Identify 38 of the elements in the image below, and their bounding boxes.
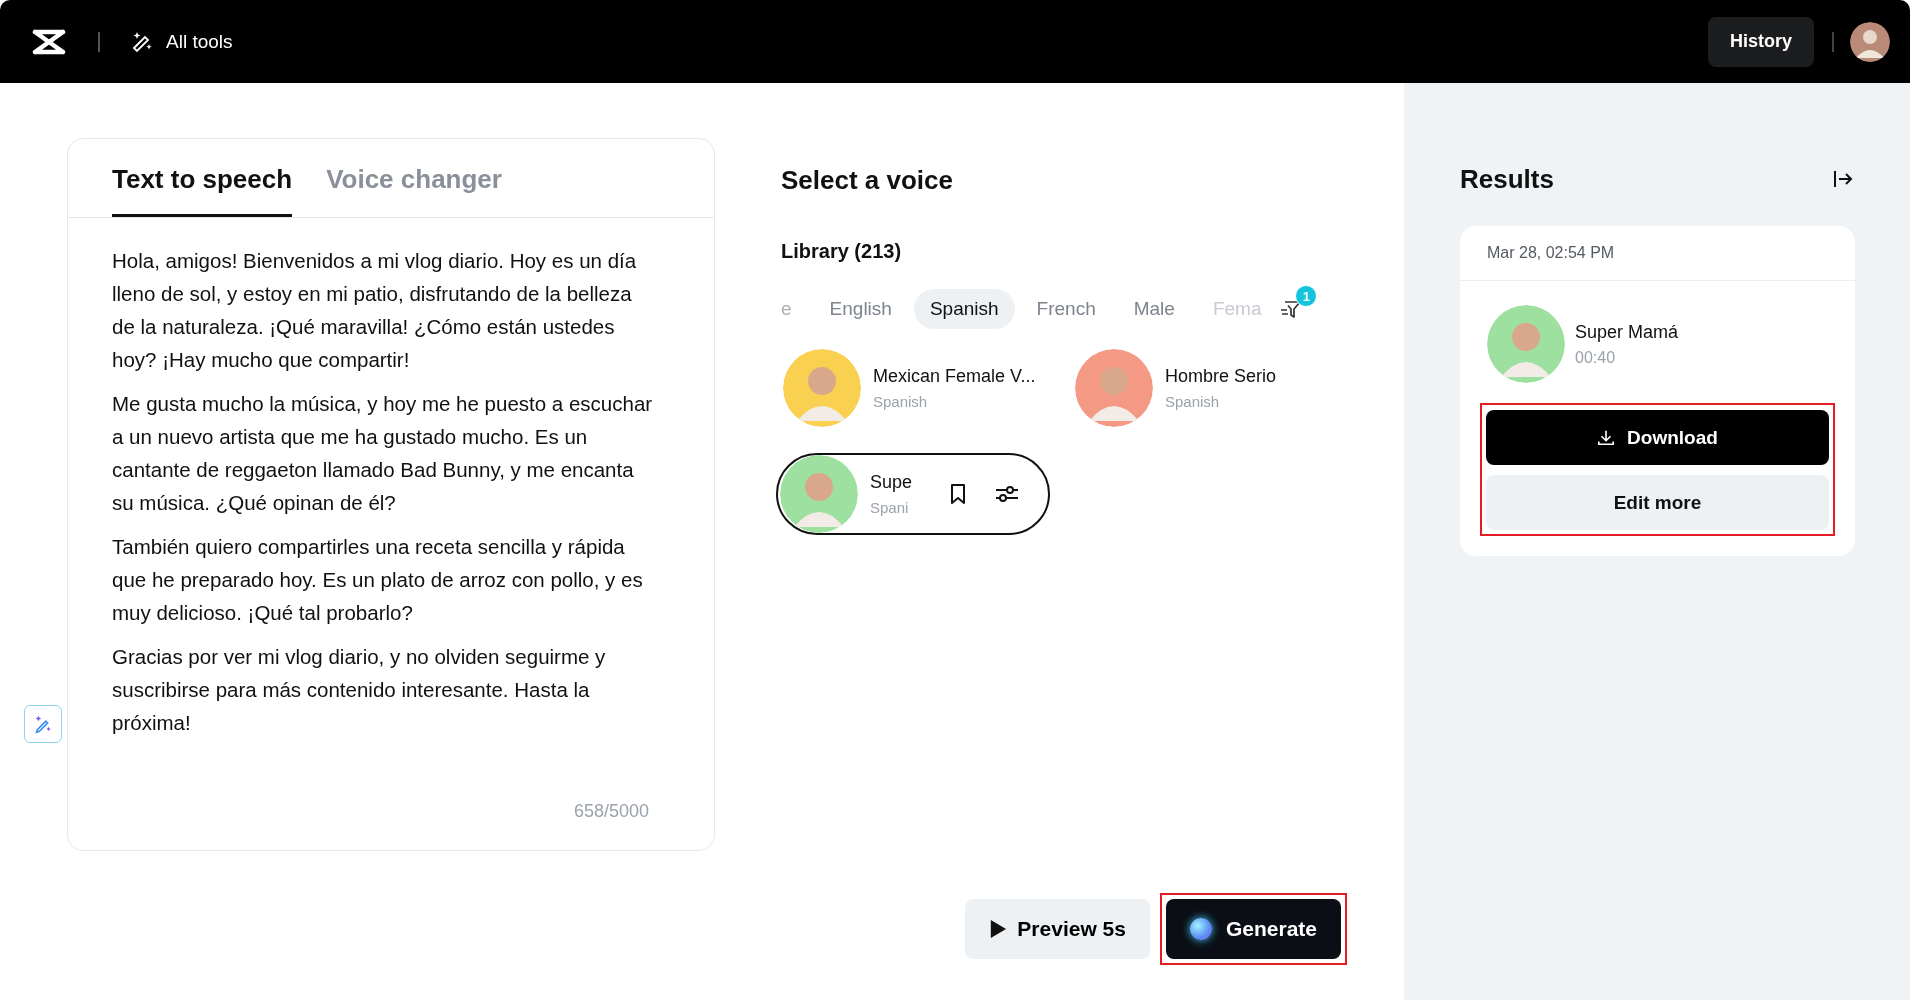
download-button[interactable]: Download — [1486, 410, 1829, 465]
tab[interactable]: Text to speech — [112, 139, 293, 217]
voice-option[interactable]: Mexican Female V... Spanish — [779, 347, 1040, 429]
text-paragraph[interactable]: Gracias por ver mi vlog diario, y no olviden seguirme y suscribirse para más contenido interesante. Hasta la próxima! — [112, 640, 654, 739]
orb-icon — [1189, 918, 1212, 940]
text-paragraph[interactable]: Me gusta mucho la música, y hoy me he puesto a escuchar a un nuevo artista que me ha gustado mucho. Es un cantante de reggaeton llamado Bad Bunny, y me encanta su música. ¿Qué opinan de él? — [112, 387, 654, 519]
voice-name: Supe — [870, 472, 914, 493]
filter-chip[interactable]: English — [813, 289, 908, 329]
filter-chip[interactable]: Spanish — [913, 289, 1015, 329]
library-count: Library (213) — [781, 240, 903, 263]
selected-voice-card[interactable]: Supe Spani — [776, 453, 1050, 535]
result-voice-name: Super Mamá — [1575, 321, 1679, 343]
edit-more-button[interactable]: Edit more — [1486, 475, 1829, 530]
voice-language: Spani — [870, 499, 910, 516]
all-tools-link[interactable]: All tools — [166, 30, 233, 53]
preview-button[interactable]: Preview 5s — [965, 899, 1150, 959]
download-icon — [1597, 428, 1616, 447]
user-avatar[interactable] — [1850, 21, 1890, 62]
voice-option[interactable]: Hombre Serio Spanish — [1071, 347, 1281, 429]
generate-button[interactable]: Generate — [1165, 899, 1341, 959]
filter-chip[interactable]: Male — [1117, 289, 1191, 329]
character-counter: 658/5000 — [573, 801, 649, 822]
play-icon — [989, 919, 1008, 939]
history-button[interactable]: History — [1708, 16, 1814, 67]
filter-chip[interactable]: French — [1020, 289, 1112, 329]
results-title: Results — [1460, 163, 1554, 195]
voice-name: Hombre Serio — [1165, 366, 1277, 387]
text-paragraph[interactable]: También quiero compartirles una receta sencilla y rápida que he preparado hoy. Es un plato de arroz con pollo, y es muy delicioso. ¡Qué tal probarlo? — [112, 530, 654, 629]
ai-edit-button[interactable] — [24, 705, 62, 743]
filter-count-badge: 1 — [1295, 285, 1318, 307]
voice-name: Mexican Female V... — [873, 366, 1036, 387]
result-duration: 00:40 — [1575, 348, 1617, 367]
text-paragraph[interactable]: Hola, amigos! Bienvenidos a mi vlog diario. Hoy es un día lleno de sol, y estoy en mi patio, disfrutando de la belleza de la naturaleza. ¡Qué maravilla! ¿Cómo están ustedes hoy? ¡Hay mucho que compartir! — [112, 244, 654, 376]
result-date: Mar 28, 02:54 PM — [1460, 226, 1855, 281]
voice-language: Spanish — [873, 393, 929, 410]
logo-icon[interactable] — [32, 28, 66, 55]
voice-panel-title: Select a voice — [781, 163, 954, 197]
voice-language: Spanish — [1165, 393, 1221, 410]
